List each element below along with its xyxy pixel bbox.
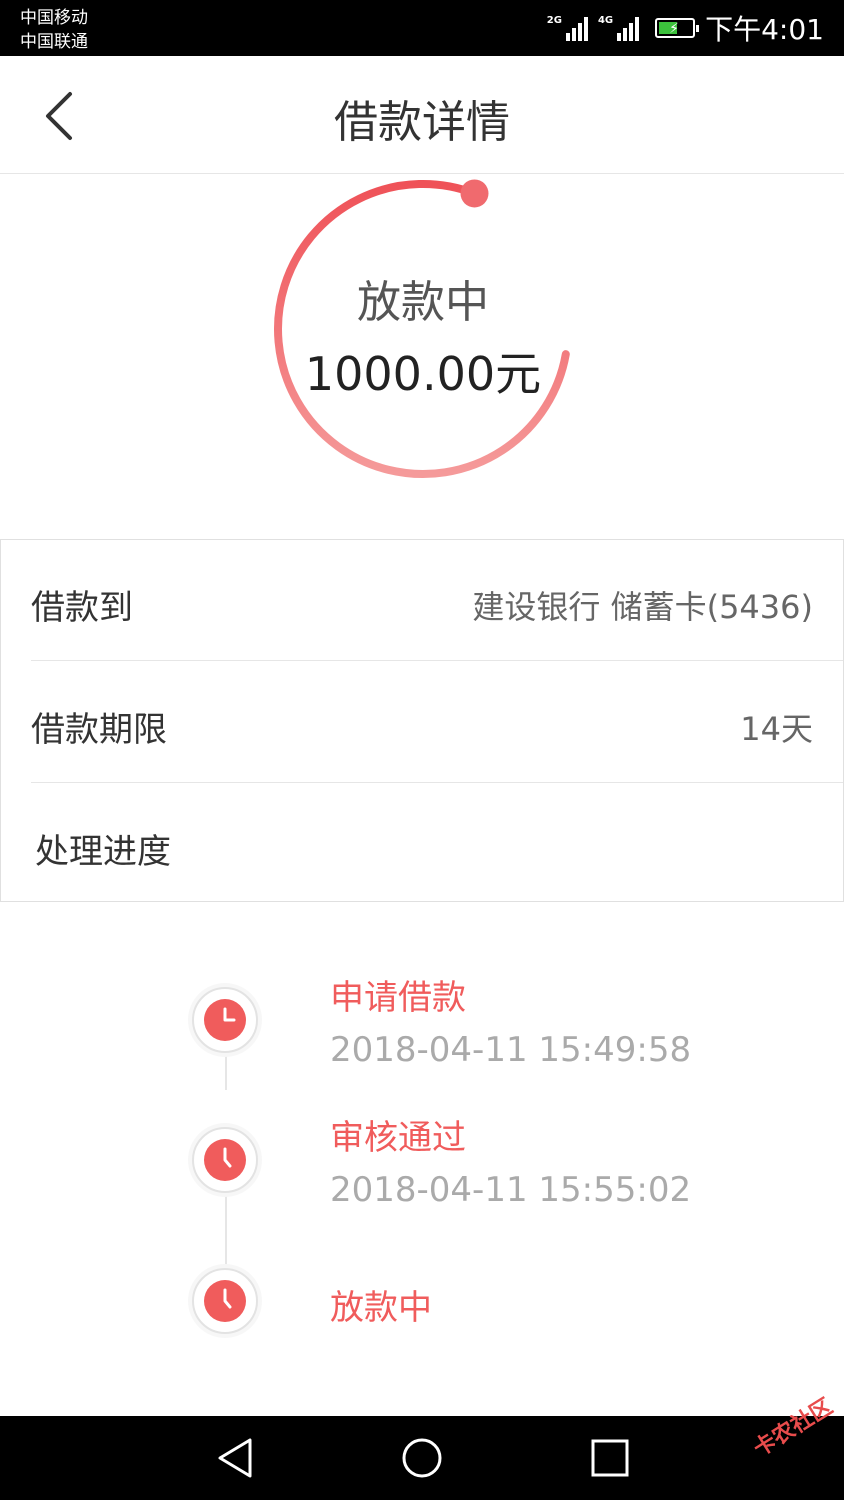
detail-row-progress: 处理进度 [35, 784, 843, 905]
loan-status-text: 放款中 [357, 277, 489, 328]
battery-icon: ⚡ [655, 18, 700, 38]
system-nav-bar [0, 1416, 844, 1500]
status-bar: 中国移动 中国联通 2G 4G ⚡ 下午4:01 [0, 0, 844, 56]
network-2g-label: 2G [546, 15, 562, 26]
loan-status-ring: 放款中 1000.00元 [272, 178, 574, 480]
timeline-step-label: 审核通过 [330, 1118, 466, 1158]
clock-icon [204, 1139, 246, 1181]
timeline-step-icon [192, 987, 258, 1053]
status-time: 下午4:01 [705, 13, 824, 46]
detail-value: 14天 [740, 710, 813, 748]
nav-home-button[interactable] [400, 1436, 444, 1480]
network-4g-label: 4G [597, 15, 614, 26]
timeline-connector [225, 1192, 227, 1270]
timeline-step-label: 申请借款 [330, 978, 466, 1018]
nav-back-button[interactable] [214, 1436, 258, 1480]
carrier-names: 中国移动 中国联通 [20, 6, 88, 54]
status-icons: 2G 4G ⚡ 下午4:01 [547, 10, 824, 46]
clock-icon [204, 1280, 246, 1322]
detail-row-destination: 借款到 建设银行 储蓄卡(5436) [31, 540, 843, 661]
loan-details-card: 借款到 建设银行 储蓄卡(5436) 借款期限 14天 处理进度 [0, 539, 844, 902]
detail-label: 处理进度 [35, 832, 171, 872]
ring-progress-dot [460, 179, 489, 208]
timeline-connector [225, 1052, 227, 1090]
detail-label: 借款期限 [31, 710, 167, 750]
detail-label: 借款到 [31, 588, 133, 628]
timeline-step-icon [192, 1268, 258, 1334]
app-header: 借款详情 [0, 56, 844, 174]
loan-amount: 1000.00元 [304, 347, 542, 401]
detail-row-term: 借款期限 14天 [31, 662, 843, 783]
signal-2g-icon: 2G [547, 15, 588, 41]
timeline-step-time: 2018-04-11 15:55:02 [330, 1170, 692, 1210]
timeline-step-label: 放款中 [330, 1288, 432, 1328]
carrier-1: 中国移动 [20, 8, 88, 28]
detail-value: 建设银行 储蓄卡(5436) [472, 588, 813, 626]
signal-4g-icon: 4G [597, 15, 640, 41]
clock-icon [204, 999, 246, 1041]
timeline-step-time: 2018-04-11 15:49:58 [330, 1030, 692, 1070]
timeline-step-icon [192, 1127, 258, 1193]
page-title: 借款详情 [334, 97, 510, 148]
nav-recent-apps-button[interactable] [588, 1436, 632, 1480]
carrier-2: 中国联通 [20, 32, 88, 52]
